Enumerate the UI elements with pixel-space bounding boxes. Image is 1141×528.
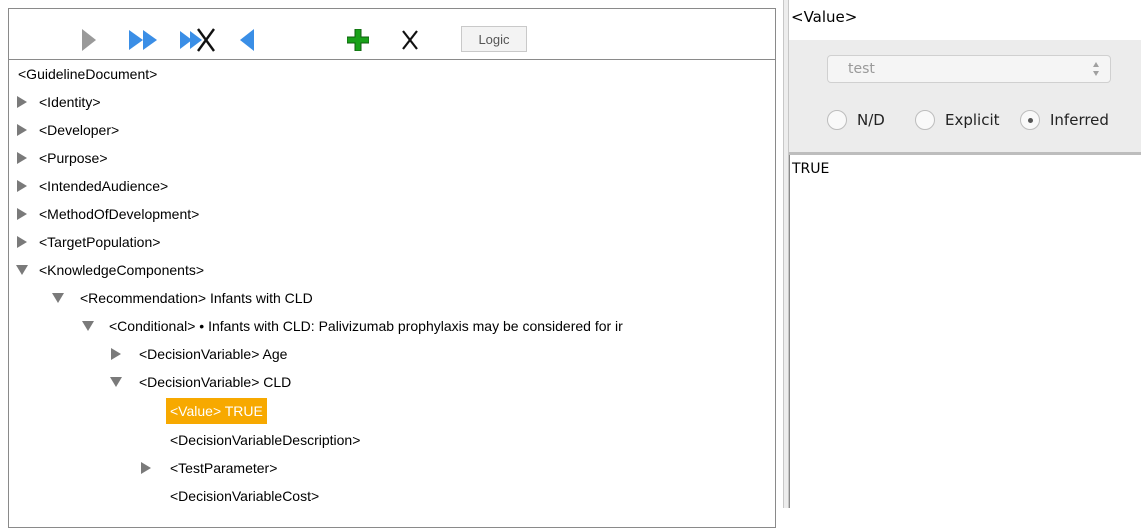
expand-arrow-icon[interactable]	[14, 228, 30, 256]
tree-item-recommendation[interactable]: <Recommendation> Infants with CLD	[80, 284, 313, 312]
tree-pane: Logic <GuidelineDocument> <Identity> <De…	[0, 0, 783, 528]
toolbar: Logic	[9, 9, 775, 60]
radio-explicit-label: Explicit	[945, 111, 1000, 129]
tree-item-knowledge-components[interactable]: <KnowledgeComponents>	[39, 256, 204, 284]
radio-explicit-circle[interactable]	[915, 110, 935, 130]
expand-arrow-icon[interactable]	[14, 200, 30, 228]
value-select[interactable]: test	[827, 55, 1111, 83]
radio-nd[interactable]: N/D	[827, 106, 885, 134]
tree-item-method-of-development[interactable]: <MethodOfDevelopment>	[39, 200, 199, 228]
radio-inferred[interactable]: Inferred	[1020, 106, 1109, 134]
expand-arrow-icon[interactable]	[14, 172, 30, 200]
collapse-arrow-icon[interactable]	[80, 312, 96, 340]
expand-arrow-icon[interactable]	[138, 454, 154, 482]
collapse-arrow-icon[interactable]	[108, 368, 124, 396]
select-arrows-icon	[1093, 62, 1099, 76]
tree-item-value-selected[interactable]: <Value> TRUE	[166, 398, 267, 424]
radio-inferred-circle[interactable]	[1020, 110, 1040, 130]
expand-arrow-icon[interactable]	[14, 116, 30, 144]
add-icon[interactable]	[345, 25, 371, 55]
tree-item-purpose[interactable]: <Purpose>	[39, 144, 108, 172]
tree-item-decision-variable-cld[interactable]: <DecisionVariable> CLD	[139, 368, 291, 396]
tree-item-decision-variable-age[interactable]: <DecisionVariable> Age	[139, 340, 287, 368]
tree-item-target-population[interactable]: <TargetPopulation>	[39, 228, 160, 256]
detail-title: <Value>	[791, 8, 858, 26]
radio-inferred-label: Inferred	[1050, 111, 1109, 129]
collapse-arrow-icon[interactable]	[14, 256, 30, 284]
tree-item-decision-variable-description[interactable]: <DecisionVariableDescription>	[170, 426, 360, 454]
tree-item-decision-variable-cost[interactable]: <DecisionVariableCost>	[170, 482, 319, 508]
play-icon[interactable]	[77, 25, 101, 55]
tree-item-developer[interactable]: <Developer>	[39, 116, 119, 144]
expand-arrow-icon[interactable]	[108, 340, 124, 368]
expand-arrow-icon[interactable]	[14, 88, 30, 116]
radio-nd-label: N/D	[857, 111, 885, 129]
collapse-arrow-icon[interactable]	[50, 284, 66, 312]
detail-pane: <Value> test N/D Explicit Inferred TRUE	[789, 0, 1141, 508]
delete-icon[interactable]	[397, 25, 423, 55]
radio-nd-circle[interactable]	[827, 110, 847, 130]
fast-forward-cross-icon[interactable]	[177, 25, 219, 55]
fast-forward-icon[interactable]	[127, 25, 161, 55]
tree-root[interactable]: <GuidelineDocument>	[18, 62, 157, 88]
detail-controls: test N/D Explicit Inferred	[789, 40, 1141, 152]
logic-button[interactable]: Logic	[461, 26, 527, 52]
expand-arrow-icon[interactable]	[14, 144, 30, 172]
tree-item-conditional[interactable]: <Conditional> • Infants with CLD: Palivi…	[109, 312, 623, 340]
tree-item-identity[interactable]: <Identity>	[39, 88, 101, 116]
tree-item-test-parameter[interactable]: <TestParameter>	[170, 454, 277, 482]
detail-title-bar: <Value>	[789, 0, 1141, 40]
back-icon[interactable]	[235, 25, 259, 55]
value-text: TRUE	[792, 161, 830, 177]
radio-explicit[interactable]: Explicit	[915, 106, 1000, 134]
value-select-text: test	[848, 61, 875, 77]
tree-view: <GuidelineDocument> <Identity> <Develope…	[10, 62, 774, 508]
value-text-area[interactable]: TRUE	[789, 155, 1141, 508]
tree-item-intended-audience[interactable]: <IntendedAudience>	[39, 172, 168, 200]
